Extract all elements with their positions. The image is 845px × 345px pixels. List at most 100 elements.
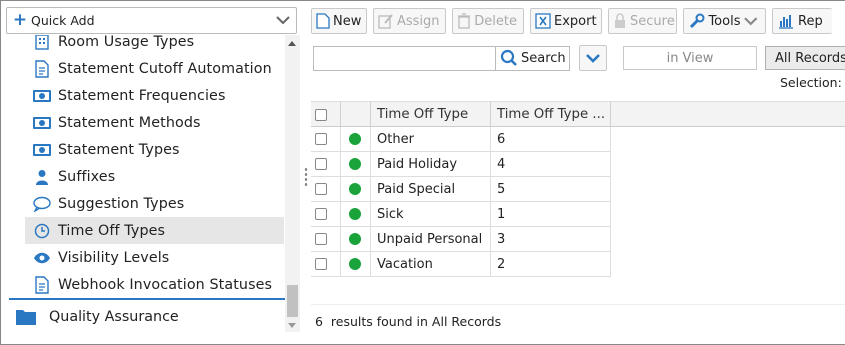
quick-add-label: Quick Add: [31, 13, 95, 28]
delete-button[interactable]: Delete: [452, 8, 524, 34]
status-active-icon: [349, 258, 361, 270]
scroll-thumb[interactable]: [287, 285, 298, 317]
table-row[interactable]: Paid Special 5: [311, 177, 611, 202]
new-button[interactable]: New: [311, 8, 367, 34]
table-row[interactable]: Other 6: [311, 127, 611, 152]
table-row[interactable]: Unpaid Personal 3: [311, 227, 611, 252]
scroll-up-arrow-icon[interactable]: [288, 41, 296, 46]
section-divider: [9, 298, 285, 300]
sidebar-item-statement-types[interactable]: Statement Types: [25, 136, 284, 163]
results-summary: 6 results found in All Records: [315, 314, 501, 329]
panel-splitter[interactable]: [302, 1, 310, 344]
sidebar-item-label: Webhook Invocation Statuses: [58, 276, 273, 293]
chevron-down-icon: [744, 17, 758, 26]
all-records-toggle[interactable]: All Records: [765, 46, 845, 70]
status-active-icon: [349, 233, 361, 245]
scroll-down-arrow-icon[interactable]: [288, 323, 296, 328]
status-cell: [341, 127, 371, 151]
results-text: results found in All Records: [330, 314, 502, 329]
wrench-icon: [688, 12, 705, 30]
row-checkbox[interactable]: [315, 258, 327, 270]
sidebar-item-label: Statement Frequencies: [58, 87, 226, 104]
export-button-label: Export: [554, 13, 597, 29]
time-off-code-cell: 4: [491, 152, 611, 176]
sidebar-item-label: Statement Cutoff Automation: [58, 60, 272, 77]
sidebar-item-room-usage-types[interactable]: Room Usage Types: [25, 35, 284, 55]
tools-button[interactable]: Tools: [683, 8, 766, 34]
delete-button-label: Delete: [474, 13, 517, 29]
new-button-label: New: [333, 13, 362, 29]
search-button[interactable]: Search: [496, 45, 570, 71]
sidebar-item-visibility-levels[interactable]: Visibility Levels: [25, 244, 284, 271]
reports-button[interactable]: Rep: [772, 8, 832, 34]
document-icon: [31, 58, 53, 80]
status-cell: [341, 227, 371, 251]
column-header-time-off-type[interactable]: Time Off Type: [371, 102, 491, 127]
time-off-code-cell: 3: [491, 227, 611, 251]
sidebar-item-suggestion-types[interactable]: Suggestion Types: [25, 190, 284, 217]
row-checkbox[interactable]: [315, 133, 327, 145]
plus-icon: +: [12, 10, 28, 30]
sidebar-scrollbar[interactable]: [285, 35, 300, 332]
row-checkbox-cell: [311, 202, 341, 226]
search-options-dropdown[interactable]: [579, 45, 607, 71]
time-off-type-cell: Paid Holiday: [371, 152, 491, 176]
secure-button-label: Secure: [630, 13, 675, 29]
search-row: Search: [313, 45, 570, 71]
quick-add-dropdown[interactable]: + Quick Add: [6, 7, 297, 34]
table-row[interactable]: Sick 1: [311, 202, 611, 227]
status-cell: [341, 177, 371, 201]
select-all-cell: [311, 102, 341, 127]
row-checkbox[interactable]: [315, 158, 327, 170]
sidebar-item-statement-frequencies[interactable]: Statement Frequencies: [25, 82, 284, 109]
time-off-type-cell: Vacation: [371, 252, 491, 276]
sidebar-item-label: Suffixes: [58, 168, 116, 185]
status-active-icon: [349, 158, 361, 170]
speech-bubble-icon: [31, 193, 53, 215]
row-checkbox-cell: [311, 252, 341, 276]
clock-icon: [31, 220, 53, 242]
assign-button-label: Assign: [397, 13, 440, 29]
search-input[interactable]: [313, 45, 496, 71]
row-checkbox[interactable]: [315, 233, 327, 245]
time-off-type-cell: Sick: [371, 202, 491, 226]
edit-icon: [378, 12, 394, 30]
status-cell: [341, 152, 371, 176]
row-checkbox[interactable]: [315, 183, 327, 195]
sidebar-item-webhook-invocation-statuses[interactable]: Webhook Invocation Statuses: [25, 271, 284, 298]
status-cell: [341, 252, 371, 276]
sidebar-item-label: Statement Methods: [58, 114, 201, 131]
in-view-toggle[interactable]: in View: [623, 46, 757, 70]
row-checkbox-cell: [311, 177, 341, 201]
person-icon: [31, 166, 53, 188]
sidebar-item-statement-methods[interactable]: Statement Methods: [25, 109, 284, 136]
section-label: Quality Assurance: [49, 309, 179, 325]
tools-button-label: Tools: [708, 13, 741, 29]
select-all-checkbox[interactable]: [315, 108, 327, 121]
column-header-time-off-type-code[interactable]: Time Off Type ...: [491, 102, 611, 127]
sidebar-section-quality-assurance[interactable]: Quality Assurance: [15, 304, 179, 330]
drag-handle-icon[interactable]: [304, 167, 308, 187]
sidebar-item-label: Room Usage Types: [58, 35, 195, 50]
sidebar-item-statement-cutoff-automation[interactable]: Statement Cutoff Automation: [25, 55, 284, 82]
sidebar-item-time-off-types[interactable]: Time Off Types: [25, 217, 284, 244]
row-checkbox-cell: [311, 152, 341, 176]
export-button[interactable]: Export: [530, 8, 602, 34]
sidebar-list: Room Usage Types Statement Cutoff Automa…: [1, 35, 285, 298]
time-off-type-cell: Unpaid Personal: [371, 227, 491, 251]
time-off-code-cell: 5: [491, 177, 611, 201]
app-window: + Quick Add Room Usage Types Statement C…: [0, 0, 845, 345]
document-icon: [31, 274, 53, 296]
sidebar-item-label: Suggestion Types: [58, 195, 185, 212]
table-row[interactable]: Paid Holiday 4: [311, 152, 611, 177]
table-row[interactable]: Vacation 2: [311, 252, 611, 277]
time-off-code-cell: 1: [491, 202, 611, 226]
bar-chart-icon: [777, 12, 795, 30]
left-nav-panel: + Quick Add Room Usage Types Statement C…: [1, 1, 302, 344]
lock-icon: [613, 12, 627, 30]
assign-button[interactable]: Assign: [373, 8, 446, 34]
chevron-down-icon: [586, 54, 600, 63]
secure-button[interactable]: Secure: [608, 8, 677, 34]
row-checkbox[interactable]: [315, 208, 327, 220]
sidebar-item-suffixes[interactable]: Suffixes: [25, 163, 284, 190]
